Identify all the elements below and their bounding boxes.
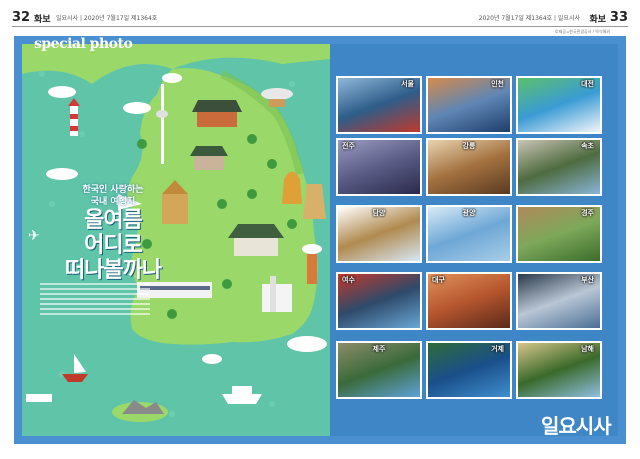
feature-headline: 한국인 사랑하는 국내 여행지 올여름 어디로 떠나볼까나 — [52, 184, 174, 283]
photo-location-label: 대전 — [581, 80, 594, 88]
photo-tile: 남해 — [516, 341, 602, 399]
photo-location-label: 부산 — [581, 276, 594, 284]
page-header: 32 화보 일요시사 | 2020년 7월17일 제1364호 2020년 7월… — [0, 0, 640, 34]
airplane-icon: ✈ — [28, 228, 40, 244]
left-section-title: 화보 — [34, 15, 51, 25]
photo-location-label: 여수 — [342, 276, 355, 284]
photo-tile: 거제 — [426, 341, 512, 399]
photo-tile: 인천 — [426, 76, 512, 134]
photo-location-label: 전주 — [342, 142, 355, 150]
right-page-number: 33 — [609, 10, 628, 25]
headline-title-line-2: 어디로 — [84, 233, 143, 258]
header-rule — [12, 26, 628, 27]
photo-location-label: 서울 — [401, 80, 414, 88]
body-text-block — [40, 283, 150, 317]
headline-sub-line-1: 한국인 사랑하는 — [82, 185, 144, 195]
photo-tile: 담양 — [336, 205, 422, 263]
left-page-number: 32 — [12, 10, 31, 25]
photo-location-label: 거제 — [491, 345, 504, 353]
photo-tile: 전주 — [336, 138, 422, 196]
photo-location-label: 경주 — [581, 209, 594, 217]
photo-location-label: 강릉 — [462, 142, 476, 150]
photo-location-label: 담양 — [372, 209, 386, 217]
photo-location-label: 남해 — [581, 345, 594, 353]
photo-tile: 속초 — [516, 138, 602, 196]
photo-location-label: 광양 — [462, 209, 476, 217]
left-publication-info: 일요시사 | 2020년 7월17일 제1364호 — [56, 15, 158, 22]
photo-tile: 강릉 — [426, 138, 512, 196]
photo-tile: 대구 — [426, 272, 512, 330]
photo-tile: 경주 — [516, 205, 602, 263]
photo-tile: 광양 — [426, 205, 512, 263]
photo-tile: 여수 — [336, 272, 422, 330]
photo-tile: 부산 — [516, 272, 602, 330]
photo-location-label: 제주 — [372, 345, 386, 353]
photo-location-label: 인천 — [491, 80, 504, 88]
photo-location-label: 대구 — [432, 276, 445, 284]
photo-credit: ©제공=한국관광공사 / 박식해외 — [554, 29, 610, 34]
photo-tile: 대전 — [516, 76, 602, 134]
special-photo-tag: special photo — [34, 36, 133, 52]
headline-sub-line-2: 국내 여행지 — [90, 197, 136, 207]
photo-tile: 제주 — [336, 341, 422, 399]
publication-logo: 일요시사 — [541, 414, 612, 438]
photo-location-label: 속초 — [581, 142, 594, 150]
photo-tile: 서울 — [336, 76, 422, 134]
headline-title-line-1: 올여름 — [84, 208, 143, 233]
headline-title-line-3: 떠나볼까나 — [64, 258, 162, 283]
right-publication-info: 2020년 7월17일 제1364호 | 일요시사 — [478, 15, 580, 22]
right-section-title: 화보 — [589, 15, 606, 25]
